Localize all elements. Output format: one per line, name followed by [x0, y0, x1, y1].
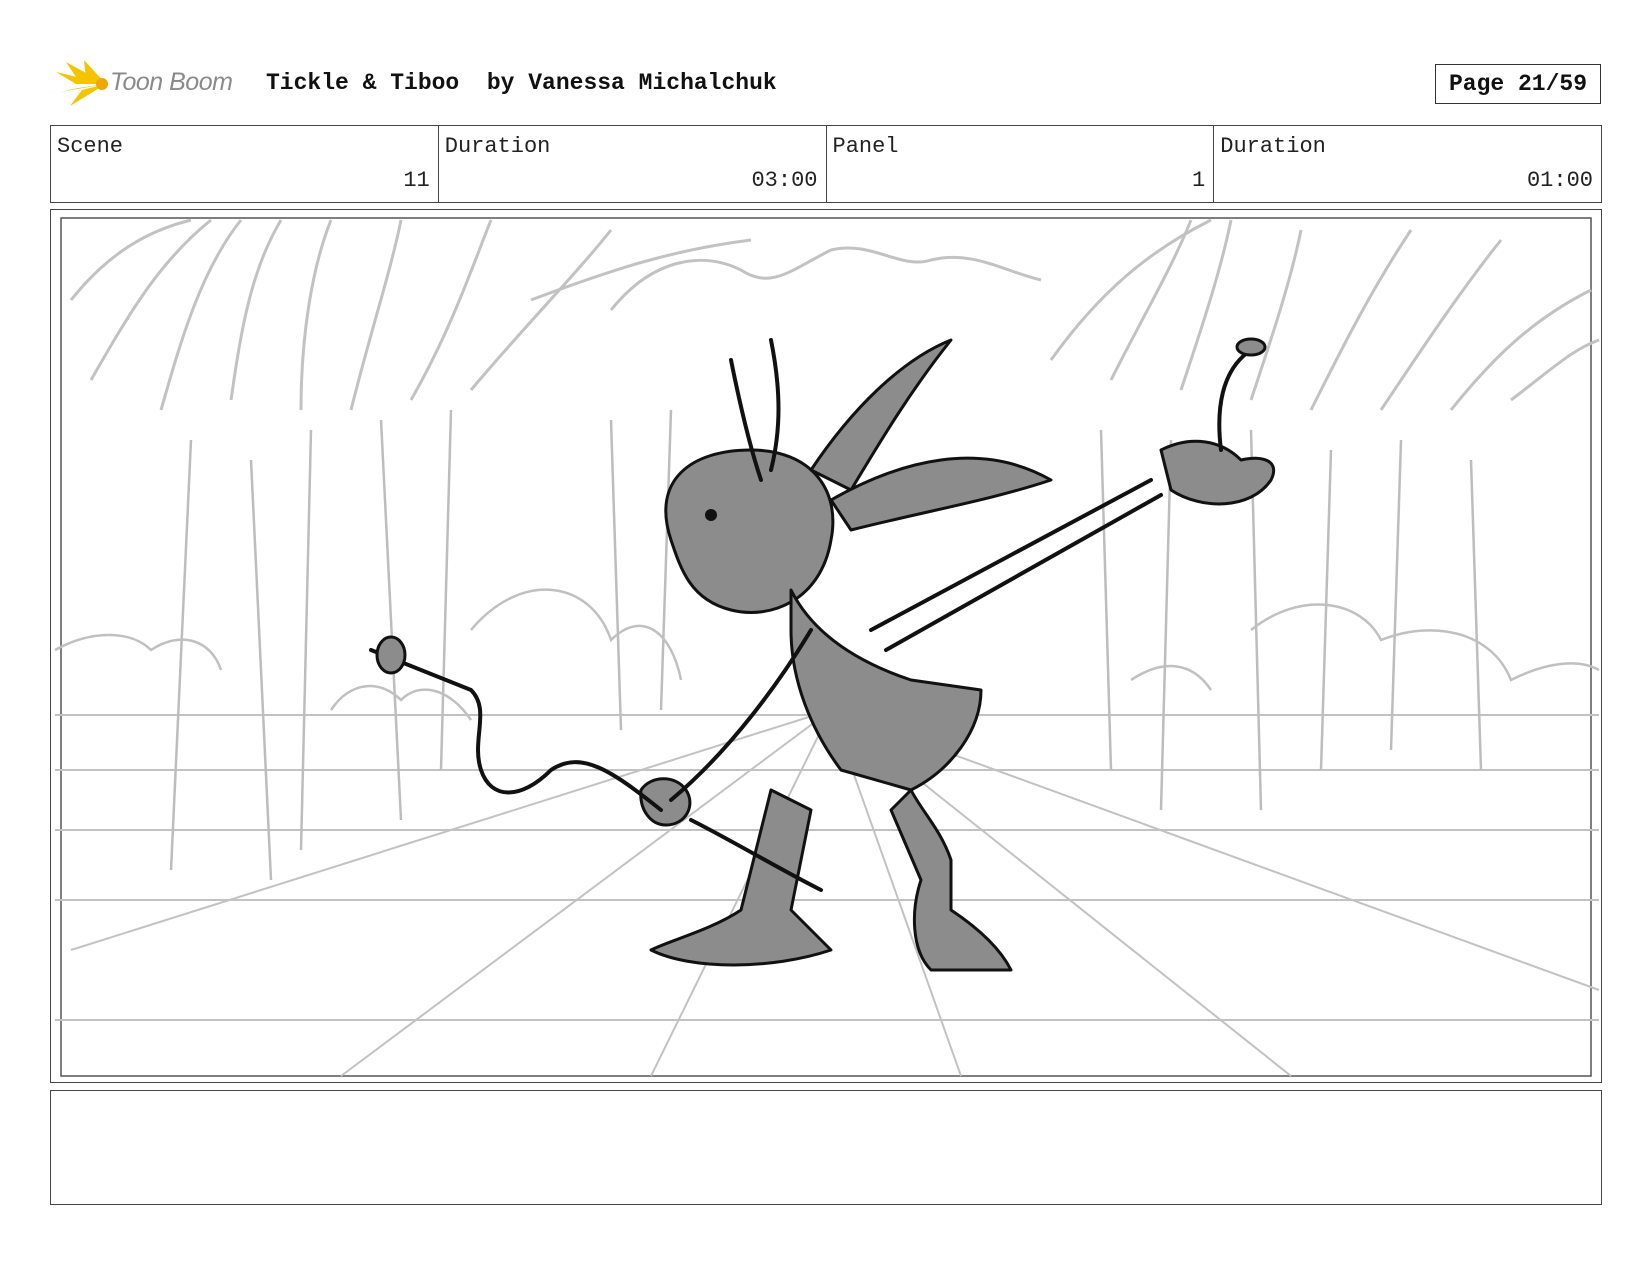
notes-box	[50, 1090, 1602, 1205]
panel-sketch	[54, 217, 1600, 1077]
toon-boom-logo: Toon Boom	[54, 58, 250, 110]
scene-duration-cell: Duration 03:00	[439, 126, 827, 202]
panel-duration-cell: Duration 01:00	[1214, 126, 1601, 202]
logo-text: Toon Boom	[110, 68, 233, 96]
storyboard-panel	[50, 209, 1602, 1083]
panel-duration-value: 01:00	[1526, 168, 1593, 193]
scene-value: 11	[403, 168, 430, 193]
scene-duration-value: 03:00	[751, 168, 818, 193]
scene-label: Scene	[57, 134, 124, 159]
scene-cell: Scene 11	[51, 126, 439, 202]
page-indicator: Page 21/59	[1435, 64, 1601, 104]
info-row: Scene 11 Duration 03:00 Panel 1 Duration…	[50, 125, 1602, 203]
document-title: Tickle & Tiboo by Vanessa Michalchuk	[266, 70, 777, 96]
scene-duration-label: Duration	[444, 134, 551, 159]
panel-duration-label: Duration	[1220, 134, 1326, 159]
panel-value: 1	[1192, 168, 1206, 193]
starburst-icon	[56, 60, 108, 106]
panel-cell: Panel 1	[827, 126, 1215, 202]
panel-label: Panel	[832, 134, 899, 159]
